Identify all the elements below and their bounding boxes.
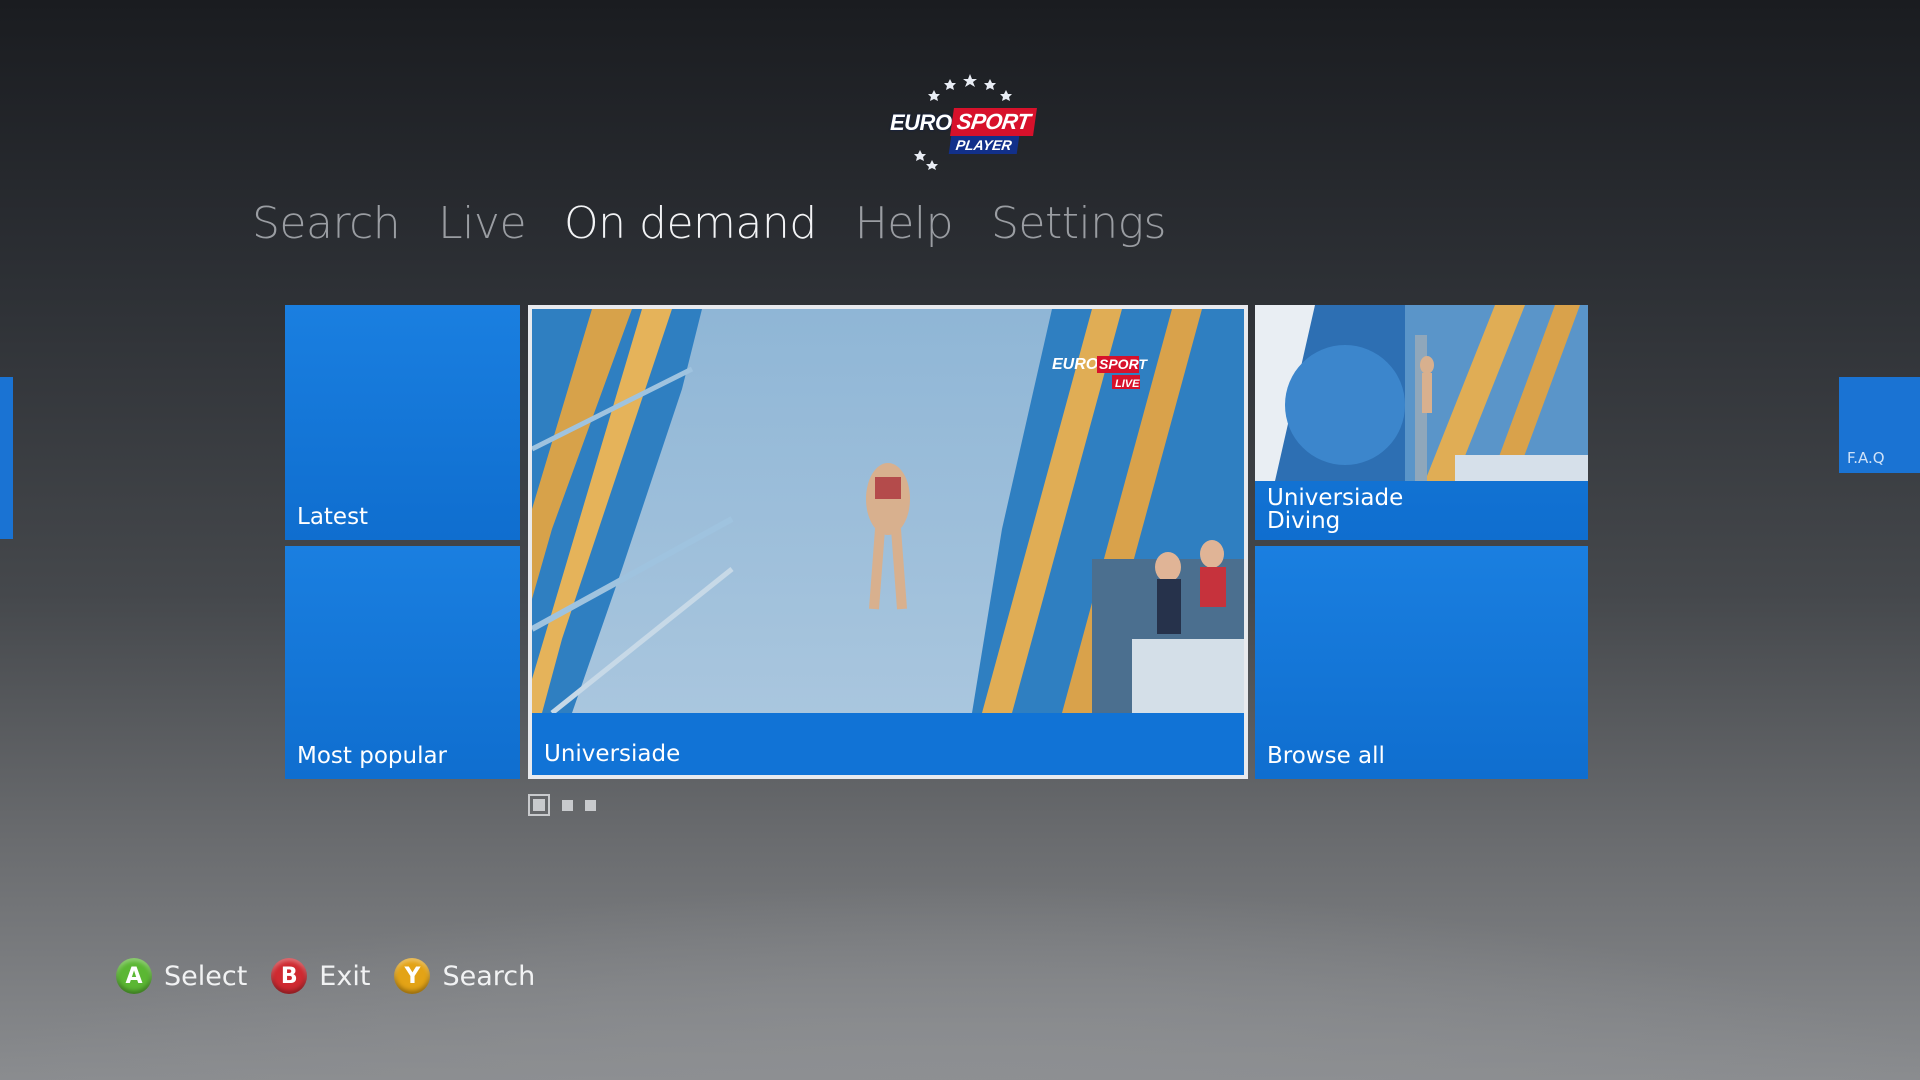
featured-universiade-tile[interactable]: EURO SPORT LIVE Universiade xyxy=(528,305,1248,779)
logo-euro-text: EURO xyxy=(890,110,952,135)
nav-settings[interactable]: Settings xyxy=(991,198,1166,249)
nav-live[interactable]: Live xyxy=(438,198,526,249)
latest-tile-label: Latest xyxy=(297,504,369,530)
nav-help[interactable]: Help xyxy=(855,198,954,249)
most-popular-tile-label: Most popular xyxy=(297,743,448,769)
page-dot[interactable] xyxy=(562,799,573,811)
latest-tile[interactable]: Latest xyxy=(285,305,520,540)
exit-hint-label: Exit xyxy=(319,960,371,992)
y-button-icon: Y xyxy=(394,958,431,994)
logo-sport-text: SPORT xyxy=(950,108,1037,136)
search-hint-label: Search xyxy=(442,960,536,992)
featured-tile-label: Universiade xyxy=(544,741,681,767)
universiade-diving-tile[interactable]: Universiade Diving xyxy=(1255,305,1588,540)
featured-title-bar: Universiade xyxy=(532,713,1244,775)
faq-tile-label: F.A.Q xyxy=(1847,449,1885,467)
diving-tile-label-line1: Universiade xyxy=(1267,485,1404,511)
select-hint-label: Select xyxy=(164,960,248,992)
diving-tile-label-line2: Diving xyxy=(1267,508,1341,534)
logo-player-text: PLAYER xyxy=(948,136,1020,154)
browse-all-tile[interactable]: Browse all xyxy=(1255,546,1588,779)
page-dot[interactable] xyxy=(585,799,596,811)
eurosport-player-logo: EURO SPORT PLAYER xyxy=(884,70,1037,170)
exit-hint[interactable]: B Exit xyxy=(271,958,370,994)
page-dot-current[interactable] xyxy=(528,794,550,816)
page-indicator xyxy=(528,794,596,816)
search-hint[interactable]: Y Search xyxy=(394,958,535,994)
diving-thumbnail xyxy=(1255,305,1588,481)
most-popular-tile[interactable]: Most popular xyxy=(285,546,520,779)
nav-search[interactable]: Search xyxy=(252,198,401,249)
svg-text:EURO: EURO xyxy=(1052,356,1099,373)
diving-video-thumbnail: EURO SPORT LIVE xyxy=(532,309,1244,713)
controller-hints: A Select B Exit Y Search xyxy=(116,958,559,994)
b-button-icon: B xyxy=(271,958,308,994)
select-hint[interactable]: A Select xyxy=(116,958,247,994)
a-button-icon: A xyxy=(116,958,152,994)
svg-text:LIVE: LIVE xyxy=(1115,378,1140,390)
svg-text:SPORT: SPORT xyxy=(1099,356,1148,372)
nav-on-demand[interactable]: On demand xyxy=(564,198,817,249)
browse-all-tile-label: Browse all xyxy=(1267,743,1385,769)
previous-page-tile[interactable] xyxy=(0,377,13,539)
main-nav: Search Live On demand Help Settings xyxy=(252,198,1166,249)
faq-tile[interactable]: F.A.Q xyxy=(1839,377,1920,473)
